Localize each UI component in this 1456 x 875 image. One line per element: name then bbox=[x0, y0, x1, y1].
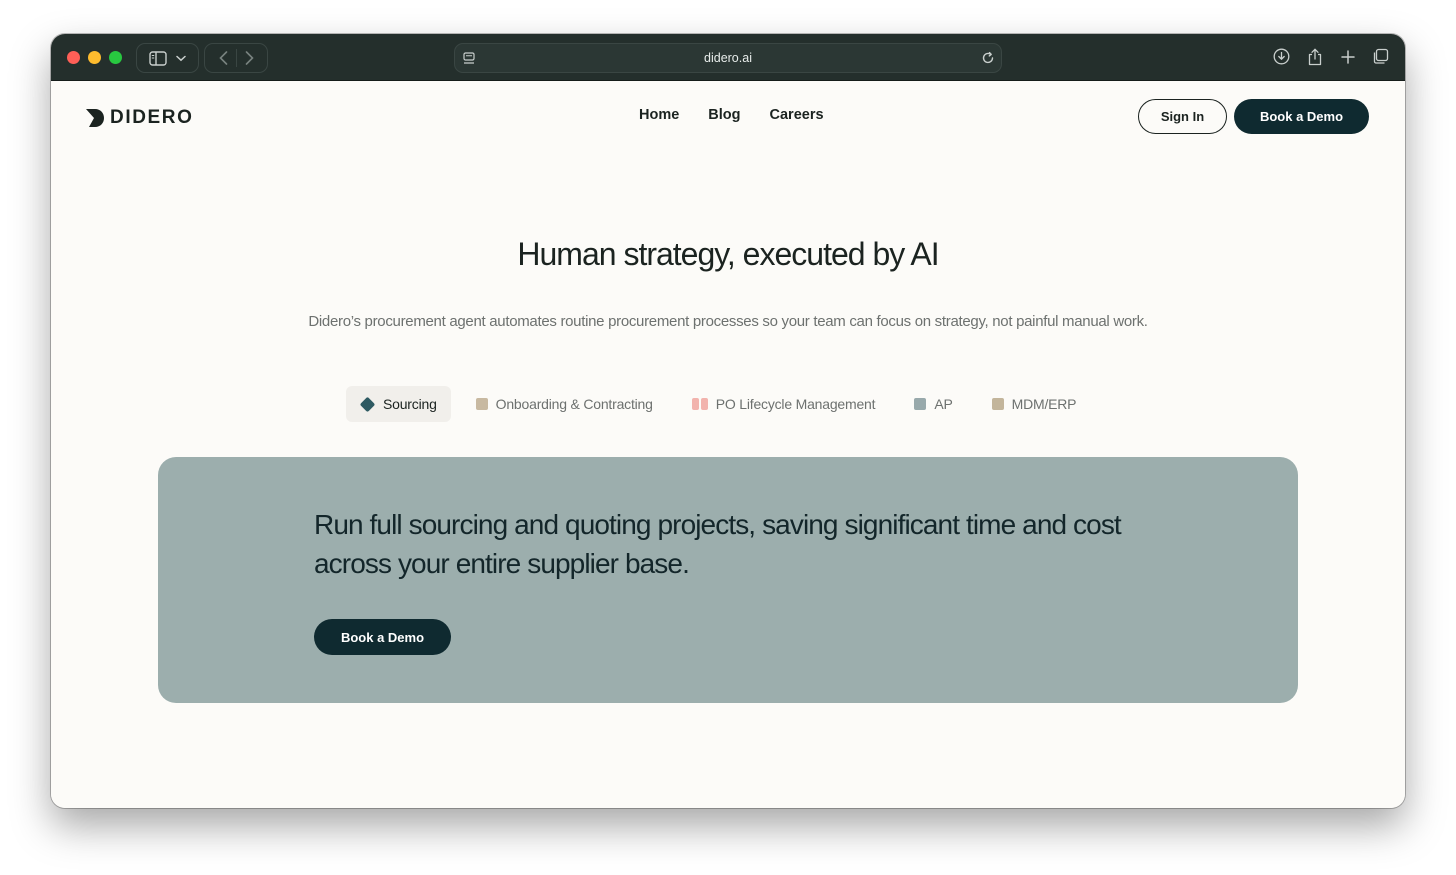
web-page: DIDERO Home Blog Careers Sign In Book a … bbox=[51, 81, 1405, 808]
didero-logo-icon bbox=[86, 109, 104, 127]
logo-text: DIDERO bbox=[110, 107, 194, 128]
new-tab-button[interactable] bbox=[1337, 46, 1358, 67]
tab-label: MDM/ERP bbox=[1011, 396, 1077, 412]
ap-square-icon bbox=[914, 398, 927, 410]
hero-subtitle: Didero’s procurement agent automates rou… bbox=[308, 313, 1148, 330]
url-text[interactable]: didero.ai bbox=[704, 51, 752, 65]
share-icon bbox=[1308, 47, 1321, 65]
sidebar-icon bbox=[149, 50, 167, 66]
tab-overview-button[interactable] bbox=[1370, 46, 1391, 67]
tab-label: Onboarding & Contracting bbox=[495, 396, 653, 412]
tab-sourcing[interactable]: Sourcing bbox=[346, 386, 451, 422]
po-lifecycle-bars-icon bbox=[691, 398, 708, 410]
book-demo-button[interactable]: Book a Demo bbox=[1234, 99, 1369, 134]
zoom-window-button[interactable] bbox=[109, 51, 122, 64]
address-bar[interactable]: didero.ai bbox=[454, 43, 1002, 73]
browser-window: didero.ai DIDERO Home Blog Careers Sign … bbox=[51, 34, 1405, 808]
tab-label: AP bbox=[934, 396, 953, 412]
reload-icon[interactable] bbox=[981, 51, 995, 65]
onboarding-square-icon bbox=[475, 398, 488, 410]
feature-description: Run full sourcing and quoting projects, … bbox=[314, 509, 1122, 579]
tab-ap[interactable]: AP bbox=[901, 386, 965, 422]
tab-label: Sourcing bbox=[383, 396, 437, 412]
mdm-erp-square-icon bbox=[991, 398, 1004, 410]
tab-onboarding-contracting[interactable]: Onboarding & Contracting bbox=[463, 386, 666, 422]
site-settings-icon[interactable] bbox=[463, 52, 475, 65]
forward-arrow-icon[interactable] bbox=[245, 51, 254, 65]
chevron-down-icon bbox=[176, 55, 186, 61]
sourcing-diamond-icon bbox=[359, 396, 376, 412]
sign-in-button[interactable]: Sign In bbox=[1138, 99, 1227, 134]
plus-icon bbox=[1340, 49, 1355, 64]
feature-book-demo-button[interactable]: Book a Demo bbox=[314, 619, 451, 655]
minimize-window-button[interactable] bbox=[88, 51, 101, 64]
download-icon bbox=[1273, 48, 1290, 65]
nav-blog-link[interactable]: Blog bbox=[708, 107, 740, 123]
sidebar-toggle-button[interactable] bbox=[136, 43, 199, 73]
toolbar-actions bbox=[1271, 46, 1391, 67]
back-arrow-icon[interactable] bbox=[218, 51, 228, 65]
tab-po-lifecycle-management[interactable]: PO Lifecycle Management bbox=[679, 386, 889, 422]
hero-title: Human strategy, executed by AI bbox=[517, 236, 939, 272]
nav-home-link[interactable]: Home bbox=[639, 107, 679, 123]
share-button[interactable] bbox=[1304, 46, 1325, 67]
browser-toolbar: didero.ai bbox=[51, 34, 1405, 81]
feature-panel: Run full sourcing and quoting projects, … bbox=[158, 457, 1298, 703]
history-navigation bbox=[204, 43, 268, 73]
tab-label: PO Lifecycle Management bbox=[715, 396, 876, 412]
site-logo[interactable]: DIDERO bbox=[86, 107, 194, 129]
tabs-icon bbox=[1373, 48, 1389, 64]
nav-careers-link[interactable]: Careers bbox=[770, 107, 824, 123]
close-window-button[interactable] bbox=[67, 51, 80, 64]
tab-mdm-erp[interactable]: MDM/ERP bbox=[979, 386, 1090, 422]
feature-tabs: Sourcing Onboarding & Contracting PO Lif… bbox=[346, 386, 1102, 422]
downloads-button[interactable] bbox=[1271, 46, 1292, 67]
main-navigation: Home Blog Careers bbox=[639, 107, 824, 123]
